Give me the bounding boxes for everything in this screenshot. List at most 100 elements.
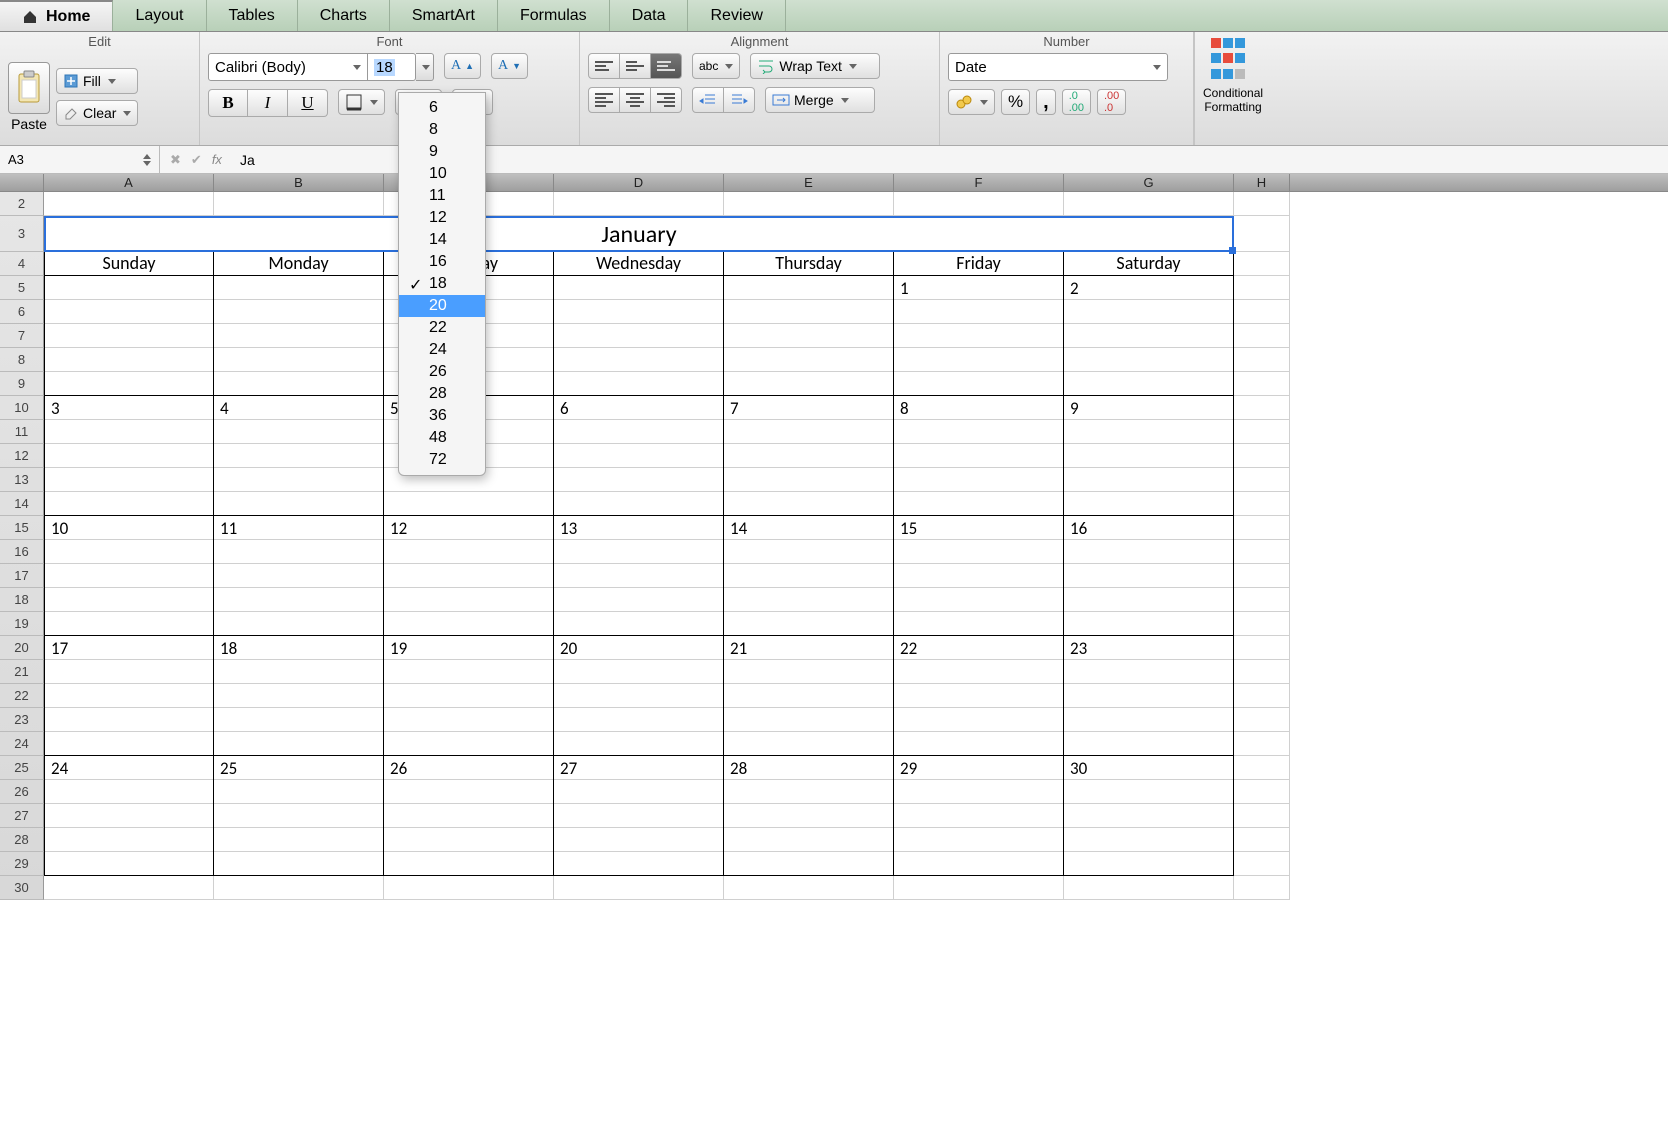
column-header[interactable]: B: [214, 174, 384, 191]
row-header[interactable]: 6: [0, 300, 44, 324]
align-middle-button[interactable]: [620, 53, 651, 79]
cell[interactable]: [1234, 348, 1290, 372]
cell[interactable]: [1234, 588, 1290, 612]
calendar-day[interactable]: 1: [894, 276, 1064, 396]
fill-handle[interactable]: [1229, 247, 1236, 254]
calendar-day[interactable]: 6: [554, 396, 724, 516]
tab-tables[interactable]: Tables: [207, 0, 298, 31]
row-header[interactable]: 3: [0, 216, 44, 252]
font-size-option[interactable]: 24: [399, 339, 485, 361]
calendar-day[interactable]: 15: [894, 516, 1064, 636]
comma-button[interactable]: ,: [1036, 89, 1056, 115]
row-header[interactable]: 8: [0, 348, 44, 372]
fx-icon[interactable]: fx: [212, 152, 222, 167]
row-header[interactable]: 4: [0, 252, 44, 276]
row-header[interactable]: 21: [0, 660, 44, 684]
border-button[interactable]: [338, 89, 385, 115]
cell[interactable]: [554, 192, 724, 216]
font-size-option[interactable]: 10: [399, 163, 485, 185]
calendar-day[interactable]: 8: [894, 396, 1064, 516]
font-size-option[interactable]: 14: [399, 229, 485, 251]
calendar-day[interactable]: 9: [1064, 396, 1234, 516]
cell[interactable]: [1234, 216, 1290, 252]
row-header[interactable]: 29: [0, 852, 44, 876]
font-size-option[interactable]: 11: [399, 185, 485, 207]
font-name-combo[interactable]: Calibri (Body): [208, 53, 368, 81]
row-header[interactable]: 15: [0, 516, 44, 540]
row-header[interactable]: 20: [0, 636, 44, 660]
selected-cell[interactable]: January: [44, 216, 1234, 252]
italic-button[interactable]: I: [248, 89, 288, 117]
conditional-formatting-button[interactable]: Conditional Formatting: [1194, 32, 1271, 145]
cell[interactable]: [1234, 828, 1290, 852]
shrink-font-button[interactable]: A▼: [491, 53, 528, 79]
calendar-day[interactable]: 12: [384, 516, 554, 636]
calendar-day[interactable]: 3: [44, 396, 214, 516]
decrease-indent-button[interactable]: [692, 87, 724, 113]
row-header[interactable]: 19: [0, 612, 44, 636]
fill-button[interactable]: Fill: [56, 68, 138, 94]
cell[interactable]: [1234, 612, 1290, 636]
row-header[interactable]: 11: [0, 420, 44, 444]
row-header[interactable]: 2: [0, 192, 44, 216]
cell[interactable]: [1234, 300, 1290, 324]
calendar-day[interactable]: 25: [214, 756, 384, 876]
cell[interactable]: [1234, 564, 1290, 588]
row-header[interactable]: 30: [0, 876, 44, 900]
calendar-day[interactable]: [44, 276, 214, 396]
decrease-decimal-button[interactable]: .00.0: [1097, 89, 1126, 115]
calendar-day[interactable]: 2: [1064, 276, 1234, 396]
cell[interactable]: [1234, 444, 1290, 468]
currency-button[interactable]: [948, 89, 995, 115]
row-header[interactable]: 5: [0, 276, 44, 300]
font-size-option[interactable]: 16: [399, 251, 485, 273]
cell[interactable]: [1234, 804, 1290, 828]
calendar-day[interactable]: 29: [894, 756, 1064, 876]
cell[interactable]: [1234, 372, 1290, 396]
font-size-option[interactable]: 20: [399, 295, 485, 317]
calendar-day[interactable]: 22: [894, 636, 1064, 756]
font-size-dropdown[interactable]: [416, 53, 434, 81]
tab-formulas[interactable]: Formulas: [498, 0, 610, 31]
row-header[interactable]: 12: [0, 444, 44, 468]
cell[interactable]: [1234, 540, 1290, 564]
tab-layout[interactable]: Layout: [113, 0, 206, 31]
row-header[interactable]: 7: [0, 324, 44, 348]
merge-button[interactable]: Merge: [765, 87, 875, 113]
percent-button[interactable]: %: [1001, 89, 1030, 115]
clear-button[interactable]: Clear: [56, 100, 138, 126]
row-header[interactable]: 22: [0, 684, 44, 708]
cell[interactable]: [1234, 660, 1290, 684]
cancel-icon[interactable]: ✖: [170, 152, 181, 168]
cell[interactable]: [1234, 252, 1290, 276]
cell[interactable]: [1234, 708, 1290, 732]
align-left-button[interactable]: [588, 87, 620, 113]
font-size-option[interactable]: 26: [399, 361, 485, 383]
column-header[interactable]: D: [554, 174, 724, 191]
number-format-combo[interactable]: Date: [948, 53, 1168, 81]
font-size-option[interactable]: 36: [399, 405, 485, 427]
calendar-day[interactable]: 19: [384, 636, 554, 756]
row-header[interactable]: 23: [0, 708, 44, 732]
row-header[interactable]: 27: [0, 804, 44, 828]
increase-indent-button[interactable]: [724, 87, 755, 113]
column-header[interactable]: E: [724, 174, 894, 191]
increase-decimal-button[interactable]: .0.00: [1062, 89, 1091, 115]
cell[interactable]: [44, 192, 214, 216]
calendar-day[interactable]: 28: [724, 756, 894, 876]
row-header[interactable]: 9: [0, 372, 44, 396]
cell[interactable]: [1234, 636, 1290, 660]
calendar-day[interactable]: [214, 276, 384, 396]
wrap-text-button[interactable]: Wrap Text: [750, 53, 880, 79]
tab-smartart[interactable]: SmartArt: [390, 0, 498, 31]
font-size-option[interactable]: 18: [399, 273, 485, 295]
cell[interactable]: [1234, 684, 1290, 708]
tab-charts[interactable]: Charts: [298, 0, 390, 31]
row-header[interactable]: 24: [0, 732, 44, 756]
align-top-button[interactable]: [588, 53, 620, 79]
name-box[interactable]: A3: [0, 146, 160, 173]
font-size-input[interactable]: 18: [368, 53, 416, 81]
cell[interactable]: [1234, 420, 1290, 444]
tab-review[interactable]: Review: [688, 0, 785, 31]
font-size-option[interactable]: 8: [399, 119, 485, 141]
